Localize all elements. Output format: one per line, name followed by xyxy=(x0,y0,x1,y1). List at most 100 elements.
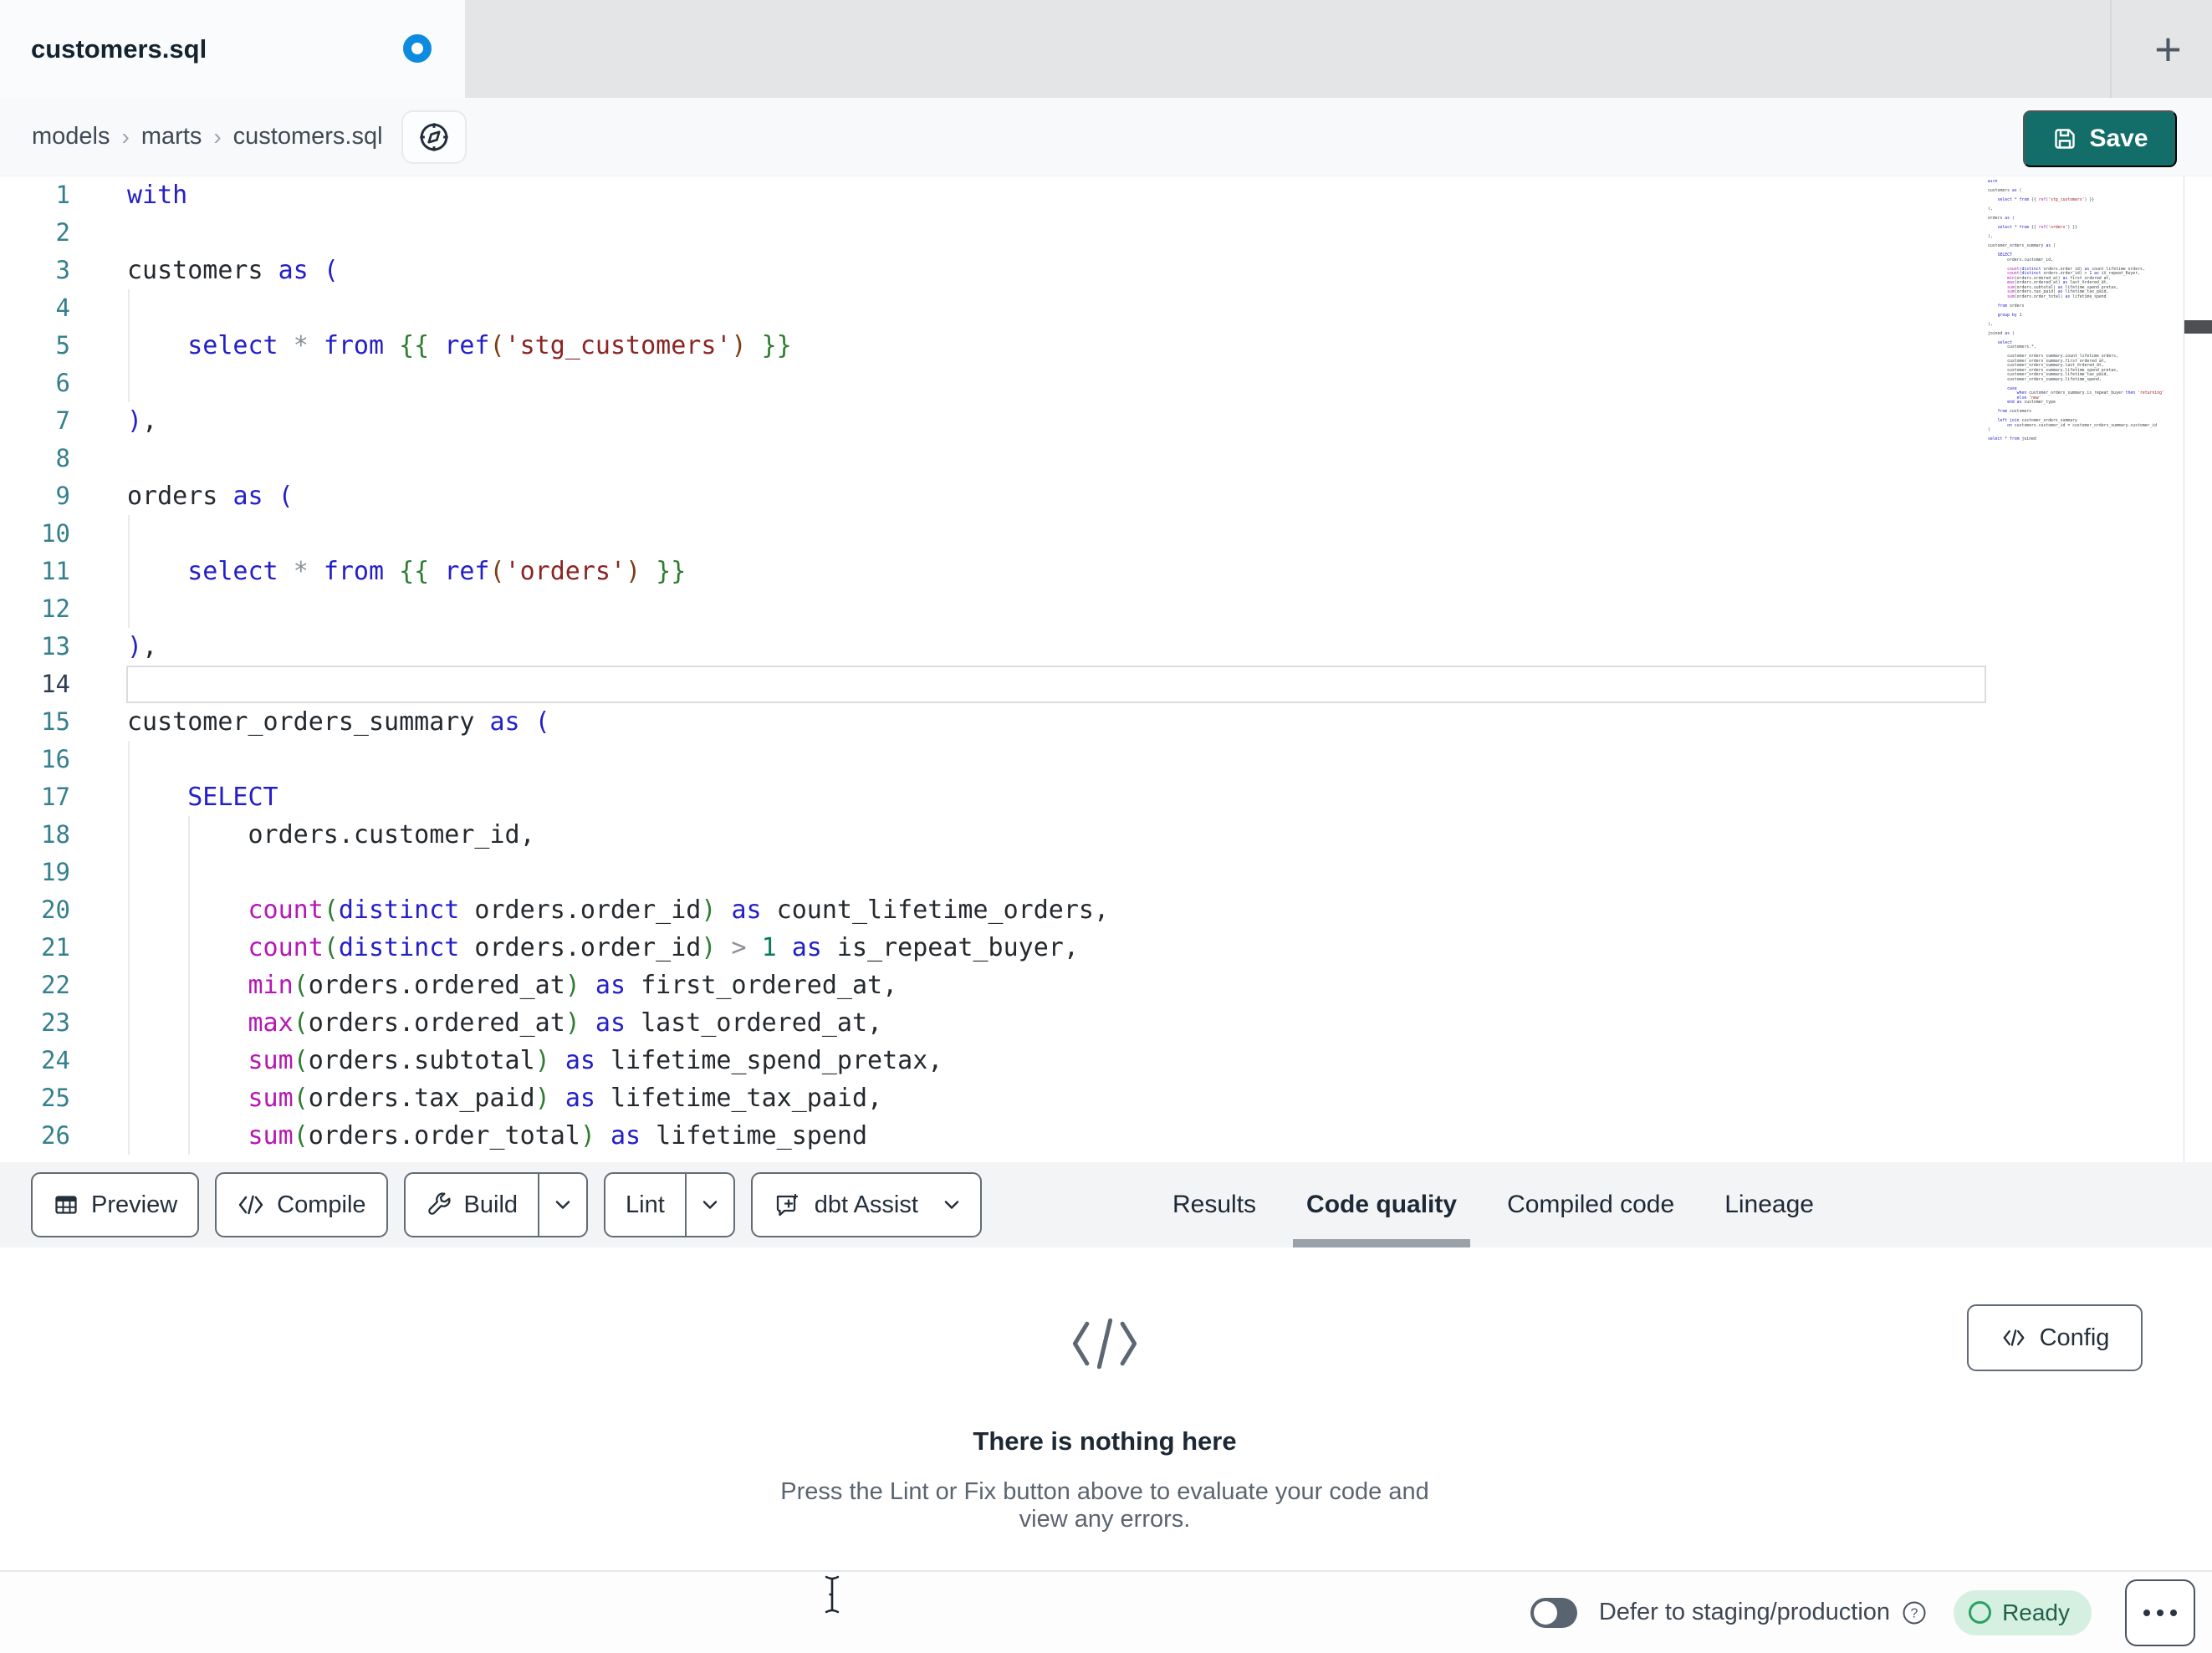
result-tabs: Results Code quality Compiled code Linea… xyxy=(1147,1162,1839,1247)
tab-compiled-code[interactable]: Compiled code xyxy=(1482,1162,1699,1247)
file-tab-customers-sql[interactable]: customers.sql xyxy=(0,0,465,98)
compile-button[interactable]: Compile xyxy=(215,1172,388,1237)
config-button[interactable]: Config xyxy=(1967,1304,2143,1371)
code-line-20[interactable]: 20 count(distinct orders.order_id) as co… xyxy=(0,891,2212,929)
wrench-icon xyxy=(427,1192,451,1215)
tab-lineage-label: Lineage xyxy=(1724,1191,1814,1218)
unsaved-indicator-icon xyxy=(403,34,432,63)
code-line-17[interactable]: 17 SELECT xyxy=(0,778,2212,816)
line-number: 11 xyxy=(41,557,70,585)
line-number: 18 xyxy=(41,820,70,849)
help-icon[interactable]: ? xyxy=(1902,1600,1927,1625)
editor-minimap[interactable]: with customers as ( select * from {{ ref… xyxy=(1988,180,2182,1158)
code-line-13[interactable]: 13), xyxy=(0,628,2212,666)
code-line-8[interactable]: 8 xyxy=(0,440,2212,477)
code-line-11[interactable]: 11 select * from {{ ref('orders') }} xyxy=(0,553,2212,590)
code-line-24[interactable]: 24 sum(orders.subtotal) as lifetime_spen… xyxy=(0,1042,2212,1079)
line-number: 8 xyxy=(55,444,70,472)
breadcrumb-marts[interactable]: marts xyxy=(141,123,202,151)
save-floppy-icon xyxy=(2055,129,2076,149)
line-content: count(distinct orders.order_id) > 1 as i… xyxy=(248,933,1079,962)
preview-button[interactable]: Preview xyxy=(31,1172,200,1237)
code-line-9[interactable]: 9 orders as ( xyxy=(0,477,2212,515)
table-grid-icon xyxy=(55,1196,77,1214)
ellipsis-icon xyxy=(2170,1609,2177,1616)
tab-lineage[interactable]: Lineage xyxy=(1699,1162,1839,1247)
code-brackets-icon xyxy=(238,1195,263,1215)
line-number: 13 xyxy=(41,632,70,661)
line-content: sum(orders.tax_paid) as lifetime_tax_pai… xyxy=(248,1084,883,1113)
tab-bar: customers.sql + xyxy=(0,0,2212,98)
code-brackets-icon xyxy=(2003,1329,2025,1346)
line-number: 9 xyxy=(55,482,70,510)
code-line-19[interactable]: 19 xyxy=(0,854,2212,891)
breadcrumb-customers-sql[interactable]: customers.sql xyxy=(233,123,383,151)
line-content: select * from {{ ref('orders') }} xyxy=(187,557,687,586)
line-number: 14 xyxy=(41,670,70,698)
chevron-down-icon xyxy=(944,1201,959,1209)
tab-results[interactable]: Results xyxy=(1147,1162,1281,1247)
code-line-25[interactable]: 25 sum(orders.tax_paid) as lifetime_tax_… xyxy=(0,1079,2212,1117)
line-number: 20 xyxy=(41,895,70,924)
tab-bar-divider xyxy=(2110,0,2112,98)
line-content: max(orders.ordered_at) as last_ordered_a… xyxy=(248,1008,883,1038)
code-line-1[interactable]: 1 with xyxy=(0,176,2212,214)
code-line-15[interactable]: 15 customer_orders_summary as ( xyxy=(0,703,2212,741)
code-line-14[interactable]: 14 xyxy=(0,666,2212,703)
line-content: orders as ( xyxy=(127,482,294,511)
code-line-22[interactable]: 22 min(orders.ordered_at) as first_order… xyxy=(0,967,2212,1004)
lint-dropdown-button[interactable] xyxy=(684,1174,733,1236)
code-line-4[interactable]: 4 xyxy=(0,289,2212,327)
code-lines: 1 with 2 3 customers as (4 5 select * from {{… xyxy=(0,176,2212,1155)
line-number: 12 xyxy=(41,594,70,623)
save-button[interactable]: Save xyxy=(2023,110,2177,167)
code-line-18[interactable]: 18 orders.customer_id, xyxy=(0,816,2212,854)
code-editor[interactable]: 1 with 2 3 customers as (4 5 select * from {{… xyxy=(0,176,2212,1162)
code-line-5[interactable]: 5 select * from {{ ref('stg_customers') … xyxy=(0,327,2212,365)
text-cursor xyxy=(825,1575,840,1614)
code-line-23[interactable]: 23 max(orders.ordered_at) as last_ordere… xyxy=(0,1004,2212,1042)
chevron-down-icon xyxy=(555,1201,570,1209)
line-number: 25 xyxy=(41,1084,70,1112)
code-line-3[interactable]: 3 customers as ( xyxy=(0,252,2212,289)
code-line-26[interactable]: 26 sum(orders.order_total) as lifetime_s… xyxy=(0,1117,2212,1155)
build-dropdown-button[interactable] xyxy=(538,1174,586,1236)
line-content: ), xyxy=(127,406,158,436)
compile-label: Compile xyxy=(277,1191,366,1218)
lint-button[interactable]: Lint xyxy=(605,1174,685,1236)
dbt-assist-button[interactable]: dbt Assist xyxy=(750,1172,982,1237)
code-line-2[interactable]: 2 xyxy=(0,214,2212,252)
editor-scrollbar-thumb[interactable] xyxy=(2184,320,2212,334)
code-line-12[interactable]: 12 xyxy=(0,590,2212,628)
defer-toggle[interactable] xyxy=(1530,1597,1577,1628)
ide-status-badge[interactable]: Ready xyxy=(1954,1589,2092,1635)
config-label: Config xyxy=(2039,1324,2110,1351)
more-options-button[interactable] xyxy=(2125,1579,2195,1646)
build-label: Build xyxy=(463,1191,519,1218)
line-number: 3 xyxy=(55,256,70,284)
line-number: 16 xyxy=(41,745,70,773)
save-button-label: Save xyxy=(2089,125,2148,152)
ellipsis-icon xyxy=(2157,1609,2163,1616)
code-line-21[interactable]: 21 count(distinct orders.order_id) > 1 a… xyxy=(0,929,2212,967)
minimap-code: with customers as ( select * from {{ ref… xyxy=(1988,180,2164,441)
code-line-6[interactable]: 6 xyxy=(0,365,2212,402)
breadcrumb-separator: › xyxy=(121,123,130,150)
ellipsis-icon xyxy=(2143,1609,2150,1616)
tab-compiled-code-label: Compiled code xyxy=(1507,1191,1675,1218)
toggle-knob-icon xyxy=(1533,1600,1557,1625)
breadcrumb-models[interactable]: models xyxy=(32,123,110,151)
tab-code-quality[interactable]: Code quality xyxy=(1281,1162,1482,1247)
status-bar: Defer to staging/production ? Ready xyxy=(0,1570,2212,1653)
line-number: 17 xyxy=(41,783,70,811)
empty-state-title: There is nothing here xyxy=(973,1426,1237,1456)
line-content: orders.customer_id, xyxy=(127,820,535,849)
line-content: min(orders.ordered_at) as first_ordered_… xyxy=(248,971,898,1000)
code-line-10[interactable]: 10 xyxy=(0,515,2212,553)
new-tab-button[interactable]: + xyxy=(2124,0,2212,98)
line-number: 21 xyxy=(41,933,70,962)
build-button[interactable]: Build xyxy=(406,1174,539,1236)
lineage-compass-button[interactable] xyxy=(401,110,467,164)
code-line-7[interactable]: 7), xyxy=(0,402,2212,440)
code-line-16[interactable]: 16 xyxy=(0,741,2212,778)
